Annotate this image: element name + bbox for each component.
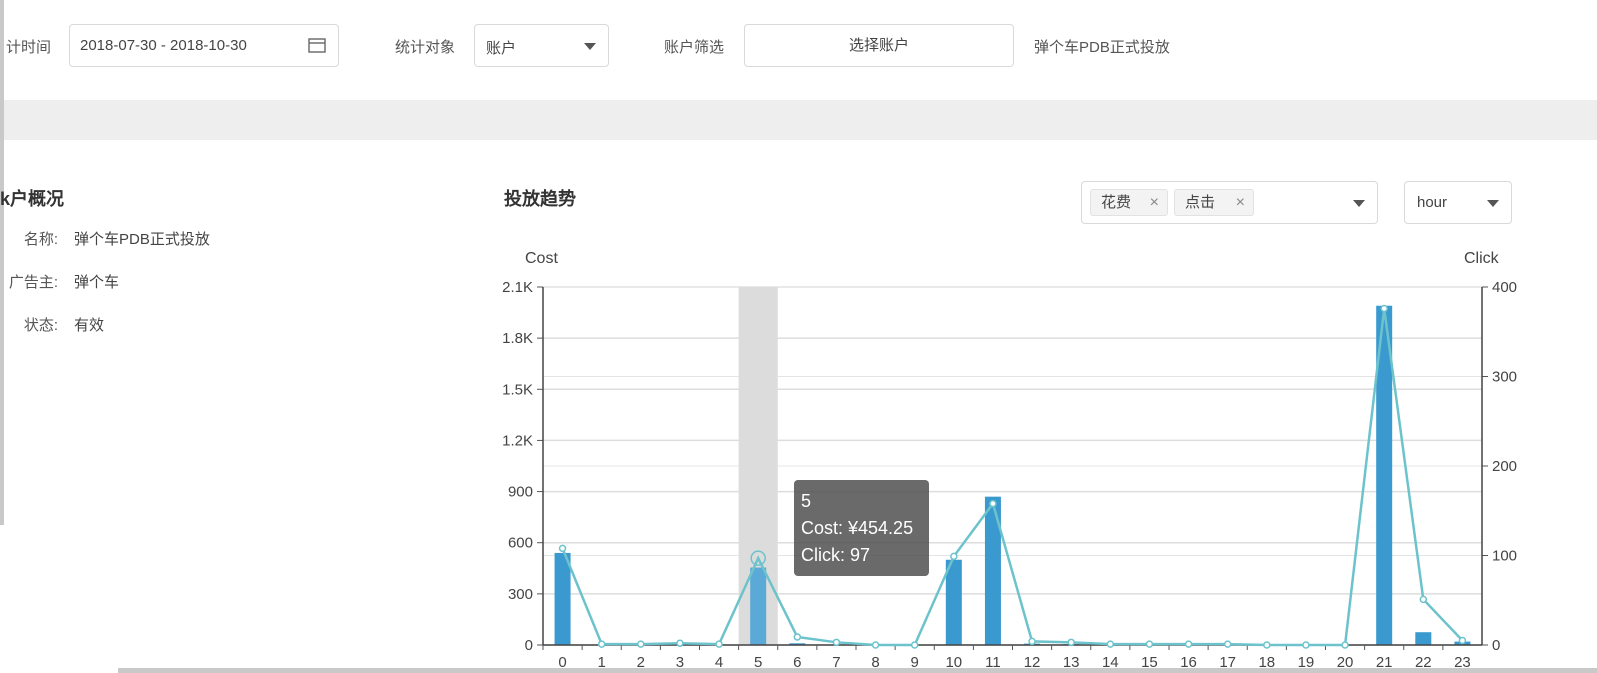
click-point [989,499,997,508]
y-right-tick-label: 100 [1492,548,1517,565]
click-point [676,639,684,647]
click-point [1067,638,1075,647]
click-point [950,552,958,561]
chart-tooltip: 5 Cost: ¥454.25 Click: 97 [794,480,929,576]
click-point [910,641,919,649]
click-point [1263,641,1271,649]
y-right-tick-label: 300 [1492,369,1517,386]
click-point [1145,640,1154,648]
click-point [1184,640,1193,648]
click-point [1028,637,1036,646]
y-left-tick-label: 1.5K [502,381,533,398]
y-left-tick-label: 1.8K [502,330,533,347]
click-point [1458,636,1467,645]
y-left-tick-label: 900 [508,484,533,501]
click-point [715,640,723,648]
y-left-tick-label: 0 [525,637,533,654]
click-point [793,633,802,641]
click-point [832,638,841,647]
y-left-tick-label: 1.2K [502,432,533,449]
click-point [871,641,880,649]
click-point [597,640,606,648]
click-point [1380,304,1388,313]
click-point [1302,641,1310,649]
tooltip-click: Click: 97 [801,545,871,565]
y-left-tick-label: 300 [508,586,533,603]
tooltip-title: 5 [801,491,812,511]
cost-bar [750,567,767,645]
cost-bar [945,559,962,645]
click-point [1341,641,1349,649]
cost-bar [554,552,571,645]
y-left-tick-label: 600 [508,535,533,552]
y-left-tick-label: 2.1K [502,279,533,296]
click-point [1419,595,1428,604]
click-point [1223,640,1232,648]
click-point [558,544,567,553]
y-right-tick-label: 400 [1492,279,1517,296]
click-point [637,640,645,648]
click-point [1106,640,1115,648]
y-right-tick-label: 0 [1492,637,1500,654]
y-right-tick-label: 200 [1492,458,1517,475]
cost-bar [1415,632,1432,645]
tooltip-cost: Cost: ¥454.25 [801,518,914,538]
horizontal-scrollbar[interactable] [118,668,1597,673]
